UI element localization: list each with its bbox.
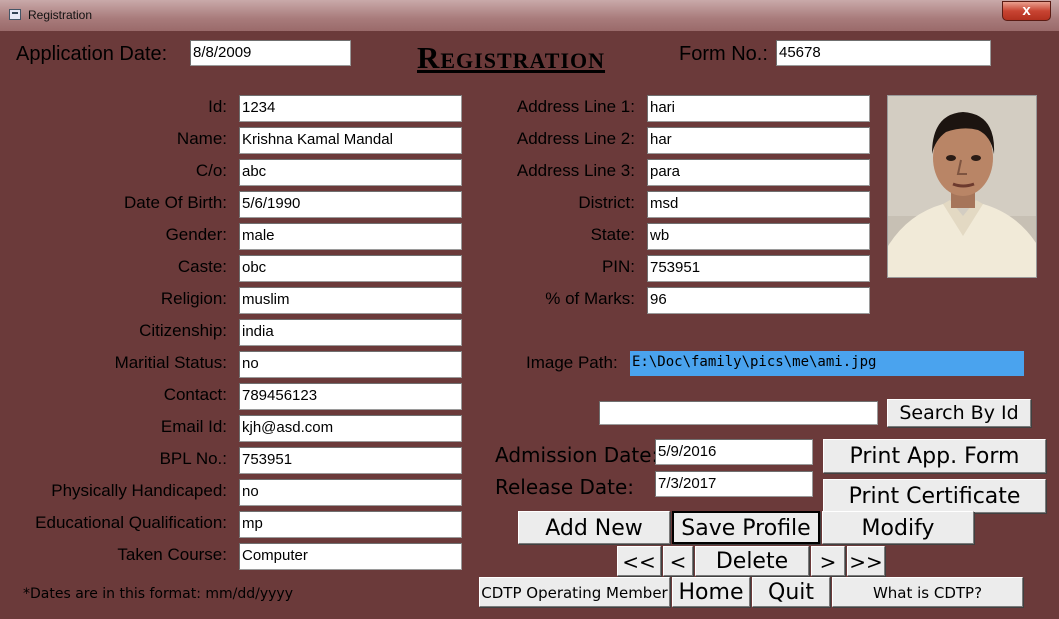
home-button[interactable]: Home [672,577,750,607]
field-input[interactable]: mp [239,511,462,538]
quit-button[interactable]: Quit [752,577,830,607]
address-field-label: Address Line 3: [516,161,635,180]
search-input[interactable] [599,401,878,425]
cdtp-operating-member-button[interactable]: CDTP Operating Member [479,577,670,607]
field-label: Physically Handicaped: [51,481,227,500]
field-label: Citizenship: [139,321,227,340]
field-input[interactable]: 753951 [239,447,462,474]
title-bar: Registration x [0,0,1059,31]
field-input[interactable]: no [239,479,462,506]
field-label: Gender: [165,225,227,244]
field-label: Contact: [163,385,227,404]
field-label: Date Of Birth: [124,193,227,212]
address-field-label: % of Marks: [545,289,635,308]
print-app-form-button[interactable]: Print App. Form [823,439,1046,473]
address-field-label: Address Line 1: [516,97,635,116]
field-label: C/o: [195,161,227,180]
field-label: Religion: [160,289,227,308]
address-field-input[interactable]: para [647,159,870,186]
what-is-cdtp-button[interactable]: What is CDTP? [832,577,1023,607]
previous-record-button[interactable]: < [663,546,693,576]
address-field-input[interactable]: msd [647,191,870,218]
field-label: BPL No.: [159,449,227,468]
field-input[interactable]: 789456123 [239,383,462,410]
last-record-button[interactable]: >> [847,546,885,576]
window-icon [9,9,21,20]
field-label: Maritial Status: [114,353,227,372]
release-date-input[interactable]: 7/3/2017 [655,471,813,497]
address-field-label: District: [578,193,635,212]
address-field-input[interactable]: wb [647,223,870,250]
date-format-note: *Dates are in this format: mm/dd/yyyy [23,586,294,602]
admission-date-input[interactable]: 5/9/2016 [655,439,813,465]
field-input[interactable]: kjh@asd.com [239,415,462,442]
address-field-input[interactable]: 96 [647,287,870,314]
form-no-label: Form No.: [679,43,768,65]
modify-button[interactable]: Modify [822,511,974,544]
address-field-label: PIN: [601,257,635,276]
image-path-label: Image Path: [526,353,618,372]
field-label: Caste: [177,257,227,276]
address-field-label: State: [590,225,635,244]
address-field-input[interactable]: har [647,127,870,154]
field-input[interactable]: india [239,319,462,346]
field-label: Name: [176,129,227,148]
image-path-input[interactable]: E:\Doc\family\pics\me\ami.jpg [630,351,1024,376]
address-field-input[interactable]: 753951 [647,255,870,282]
print-certificate-button[interactable]: Print Certificate [823,479,1046,513]
application-date-label: Application Date: [16,43,168,65]
field-label: Id: [208,97,227,116]
search-by-id-button[interactable]: Search By Id [887,399,1031,427]
field-label: Educational Qualification: [35,513,227,532]
close-button[interactable]: x [1002,1,1051,21]
field-input[interactable]: male [239,223,462,250]
address-field-label: Address Line 2: [516,129,635,148]
first-record-button[interactable]: << [617,546,661,576]
field-input[interactable]: abc [239,159,462,186]
add-new-button[interactable]: Add New [518,511,670,544]
field-input[interactable]: Krishna Kamal Mandal [239,127,462,154]
field-input[interactable]: 1234 [239,95,462,122]
window-title: Registration [28,8,93,22]
form-no-input[interactable]: 45678 [776,40,991,66]
page-title: Registration [417,40,606,75]
admission-date-label: Admission Date: [495,443,659,467]
next-record-button[interactable]: > [811,546,845,576]
field-input[interactable]: muslim [239,287,462,314]
field-label: Taken Course: [117,545,227,564]
field-label: Email Id: [160,417,227,436]
address-field-input[interactable]: hari [647,95,870,122]
profile-photo-image [888,96,1036,277]
save-profile-button[interactable]: Save Profile [672,511,820,544]
profile-photo [887,95,1037,278]
field-input[interactable]: 5/6/1990 [239,191,462,218]
application-date-input[interactable]: 8/8/2009 [190,40,351,66]
field-input[interactable]: obc [239,255,462,282]
delete-button[interactable]: Delete [695,546,809,576]
field-input[interactable]: no [239,351,462,378]
field-input[interactable]: Computer [239,543,462,570]
release-date-label: Release Date: [495,475,635,499]
